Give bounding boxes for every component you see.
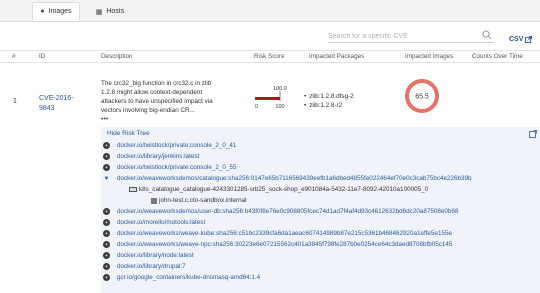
risk-score-min: 0 [255,104,258,110]
tree-container-item: k8s_catalogue_catalogue-4243301285-srb25… [129,184,428,195]
table-row[interactable]: 1 CVE-2016- 9843 The crc32_big function … [0,64,540,129]
description-line: vectors involving big-endian CR... [101,107,195,114]
tree-image-item[interactable]: + docker.io/library/jenkins:latest [103,151,199,162]
external-link-icon [525,36,533,43]
search-box [328,30,494,43]
tree-image-label: docker.io/library/node:latest [117,252,194,259]
header-impacted-images[interactable]: Impacted Images [405,53,453,60]
tree-host-label: john-test.c.cto-sandbox.internal [159,197,247,204]
tree-image-item[interactable]: + gcr.io/google_containers/kube-dnsmasq-… [103,272,260,283]
tree-image-label: docker.io/weaveworksdemos/catalogue:sha2… [117,175,472,182]
csv-export-button[interactable]: CSV [509,36,533,43]
tree-image-item[interactable]: + docker.io/library/drupal:7 [103,261,186,272]
description-line: attackers to have unspecified impact via [101,98,213,105]
impacted-images-value: 65.5 [415,94,429,101]
search-input[interactable] [328,30,478,42]
risk-tree-panel: Hide Risk Tree + docker.io/twistlock/pri… [101,127,540,293]
tree-image-label: docker.io/weaveworks/weave-npc:sha256:30… [117,241,453,248]
search-icon[interactable] [482,30,492,40]
tree-image-label: docker.io/library/jenkins:latest [117,153,200,160]
expand-icon[interactable]: + [103,153,110,160]
expand-icon[interactable]: + [103,263,110,270]
tab-hosts-label: Hosts [106,8,125,15]
impacted-packages-list: zlib:1.2.8.dfsg-2 zlib:1.2.8-r2 [304,92,354,110]
header-description: Description [101,53,133,60]
host-icon [151,197,157,204]
cve-description: The crc32_big function in crc32.c in zli… [101,79,249,115]
tree-image-label: docker.io/library/drupal:7 [117,263,186,270]
cve-id-link[interactable]: CVE-2016- 9843 [39,94,75,114]
tree-image-item[interactable]: + docker.io/twistlock/private:console_2_… [103,162,236,173]
header-counts-over-time: Counts Over Time [472,53,523,60]
host-icon: ▦ [95,8,103,16]
expand-icon[interactable]: + [103,208,110,215]
expand-icon[interactable]: + [103,274,110,281]
header-risk-score[interactable]: Risk Score [254,53,284,60]
hide-risk-tree-link[interactable]: Hide Risk Tree [107,130,150,137]
tab-bar: ● Images ▦ Hosts [0,0,540,22]
risk-score-max: 100 [275,104,284,110]
risk-score-gauge: 100.0 0 100 [255,86,287,110]
tree-image-item[interactable]: + docker.io/weaveworks/weave-npc:sha256:… [103,239,452,250]
tree-image-item[interactable]: + docker.io/morello/motools:latest [103,217,205,228]
tree-image-label: docker.io/twistlock/private:console_2_0_… [117,164,237,171]
expand-icon[interactable]: + [103,219,110,226]
tree-host-item: john-test.c.cto-sandbox.internal [151,195,247,206]
tree-container-label: k8s_catalogue_catalogue-4243301285-srb25… [139,186,429,193]
description-more-button[interactable]: ••• [101,116,108,123]
row-number: 1 [13,98,17,105]
tree-image-label: gcr.io/google_containers/kube-dnsmasq-am… [117,274,261,281]
cve-id-line1: CVE-2016- [39,95,74,102]
tree-image-item[interactable]: + docker.io/library/node:latest [103,250,194,261]
expand-icon[interactable]: + [103,230,110,237]
package-item: zlib:1.2.8.dfsg-2 [304,92,353,101]
tree-image-item[interactable]: + docker.io/weaveworks/weave-kube:sha256… [103,228,452,239]
expand-icon[interactable]: + [103,164,110,171]
risk-score-bar [255,97,280,100]
tree-image-label: docker.io/twistlock/private:console_2_0_… [117,142,237,149]
collapse-icon[interactable]: ▼ [103,175,110,182]
csv-label: CSV [509,36,524,43]
expand-icon[interactable]: + [103,142,110,149]
description-line: 1.2.8 might allow context-dependent [101,89,203,96]
expand-icon[interactable]: + [103,241,110,248]
tree-image-label: docker.io/weaveworks/weave-kube:sha256:c… [117,230,452,237]
tab-images[interactable]: ● Images [32,2,80,21]
impacted-images-donut: 65.5 [405,79,439,113]
description-line: The crc32_big function in crc32.c in zli… [101,80,212,87]
package-item: zlib:1.2.8-r2 [304,101,354,110]
tree-image-item[interactable]: + docker.io/weaveworksdemos/user-db:sha2… [103,206,458,217]
expand-icon[interactable]: + [103,252,110,259]
popout-icon[interactable] [529,130,537,138]
circle-icon: ● [40,8,45,15]
risk-tree-header: Hide Risk Tree [101,127,540,140]
header-impacted-packages[interactable]: Impacted Packages [309,53,364,60]
tree-image-item-expanded[interactable]: ▼ docker.io/weaveworksdemos/catalogue:sh… [103,173,472,184]
table-header: # ID Description Risk Score Impacted Pac… [0,50,540,63]
tree-image-item[interactable]: + docker.io/twistlock/private:console_2_… [103,140,236,151]
header-number: # [12,53,16,60]
tree-image-label: docker.io/weaveworksdemos/user-db:sha256… [117,208,459,215]
tab-hosts[interactable]: ▦ Hosts [90,2,130,21]
tab-images-label: Images [48,8,72,15]
container-icon [129,187,137,192]
tree-image-label: docker.io/morello/motools:latest [117,219,206,226]
header-id[interactable]: ID [39,53,45,60]
cve-id-line2: 9843 [39,105,55,112]
